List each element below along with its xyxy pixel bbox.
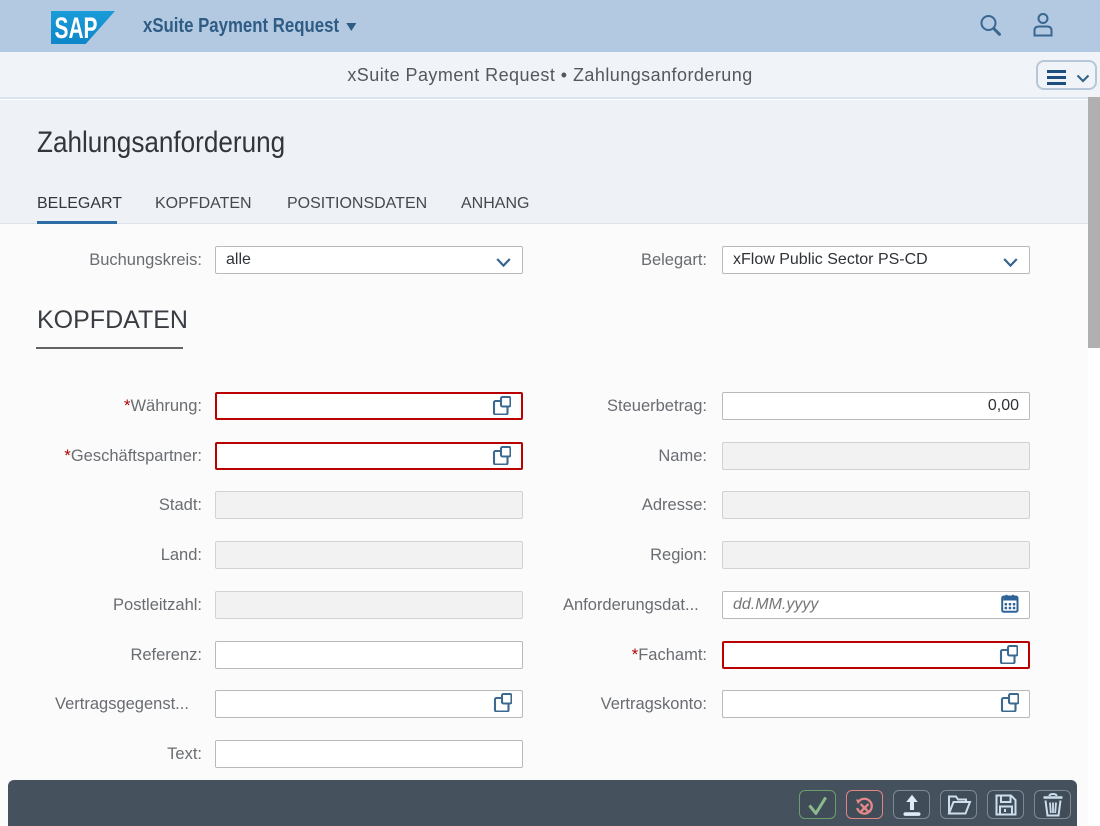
svg-text:SAP: SAP xyxy=(55,12,98,44)
